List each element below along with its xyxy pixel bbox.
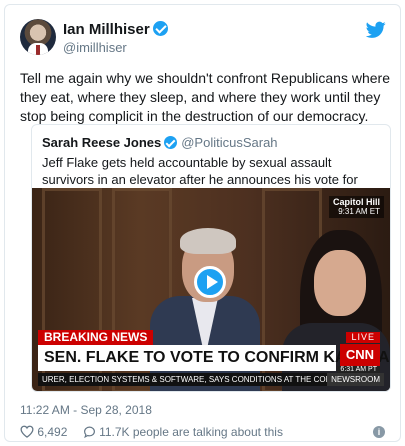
cnn-logo: CNN bbox=[340, 344, 380, 366]
ticker-text: URER, ELECTION SYSTEMS & SOFTWARE, SAYS … bbox=[42, 375, 342, 384]
twitter-bird-icon[interactable] bbox=[366, 21, 386, 39]
embedded-tweet: Ian Millhiser @imillhiser Tell me again … bbox=[4, 4, 401, 442]
live-label: LIVE bbox=[346, 332, 380, 343]
quoted-author-row[interactable]: Sarah Reese Jones @PoliticusSarah bbox=[42, 135, 278, 150]
info-icon[interactable]: i bbox=[373, 426, 385, 438]
tweet-text: Tell me again why we shouldn't confront … bbox=[20, 70, 390, 124]
author-name-row[interactable]: Ian Millhiser bbox=[63, 21, 168, 38]
avatar[interactable] bbox=[20, 19, 56, 55]
quoted-author-handle[interactable]: @PoliticusSarah bbox=[181, 135, 277, 150]
like-count[interactable]: 6,492 bbox=[37, 425, 67, 439]
comment-bubble-icon[interactable] bbox=[83, 426, 96, 438]
talking-count[interactable]: 11.7K people are talking about this bbox=[99, 425, 283, 439]
author-handle[interactable]: @imillhiser bbox=[63, 40, 127, 55]
heart-icon[interactable] bbox=[20, 425, 34, 438]
network-time: 6:31 AM PT bbox=[337, 366, 380, 373]
news-headline: SEN. FLAKE TO VOTE TO CONFIRM KAVANAUGH bbox=[38, 345, 390, 371]
tweet-timestamp[interactable]: 11:22 AM - Sep 28, 2018 bbox=[20, 403, 152, 417]
tweet-actions: 6,492 11.7K people are talking about thi… bbox=[20, 425, 283, 439]
location-name: Capitol Hill bbox=[333, 197, 380, 207]
quoted-author-name[interactable]: Sarah Reese Jones bbox=[42, 135, 161, 150]
video-thumbnail[interactable]: Capitol Hill 9:31 AM ET BREAKING NEWS SE… bbox=[32, 188, 390, 391]
location-caption: Capitol Hill 9:31 AM ET bbox=[329, 196, 384, 218]
location-time: 9:31 AM ET bbox=[338, 207, 380, 216]
breaking-news-label: BREAKING NEWS bbox=[38, 330, 154, 345]
play-icon[interactable] bbox=[194, 266, 226, 298]
author-name[interactable]: Ian Millhiser bbox=[63, 21, 150, 38]
ticker-tag: NEWSROOM bbox=[327, 373, 384, 386]
verified-badge-icon bbox=[164, 136, 178, 149]
quoted-tweet[interactable]: Sarah Reese Jones @PoliticusSarah Jeff Fl… bbox=[31, 124, 391, 392]
verified-badge-icon bbox=[152, 21, 168, 36]
news-ticker: URER, ELECTION SYSTEMS & SOFTWARE, SAYS … bbox=[38, 373, 384, 386]
